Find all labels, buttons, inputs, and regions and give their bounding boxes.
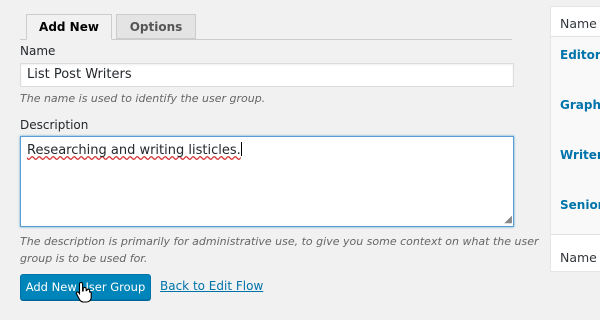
hand-pointer-cursor-icon [75,281,92,303]
table-row-link[interactable]: Editors [560,48,600,62]
name-input[interactable]: List Post Writers [20,63,514,87]
tab-add-new[interactable]: Add New [26,14,112,40]
description-value: Researching and writing listicles. [27,143,241,158]
name-help-text: The name is used to identify the user gr… [20,92,266,105]
table-row-link[interactable]: Senior [560,198,600,212]
table-footer-name[interactable]: Name [560,250,597,265]
back-to-edit-flow-link[interactable]: Back to Edit Flow [160,279,263,293]
table-header-divider [551,36,600,37]
table-row-link[interactable]: Graphic [560,98,600,112]
table-header-name[interactable]: Name [560,16,597,31]
resize-handle-icon[interactable]: ◢ [504,215,512,225]
name-label: Name [20,44,56,58]
text-caret [240,142,242,156]
description-textarea[interactable]: Researching and writing listicles. ◢ [20,136,514,227]
tab-bar: Add New Options [20,14,540,40]
name-input-value: List Post Writers [27,67,132,82]
table-row-link[interactable]: Writers [560,148,600,162]
user-groups-table: Name Editors Graphic Writers Senior Name [550,6,600,272]
description-label: Description [20,118,89,132]
tab-options[interactable]: Options [116,14,196,39]
table-footer-divider [551,234,600,235]
description-help-text: The description is primarily for adminis… [20,235,539,265]
